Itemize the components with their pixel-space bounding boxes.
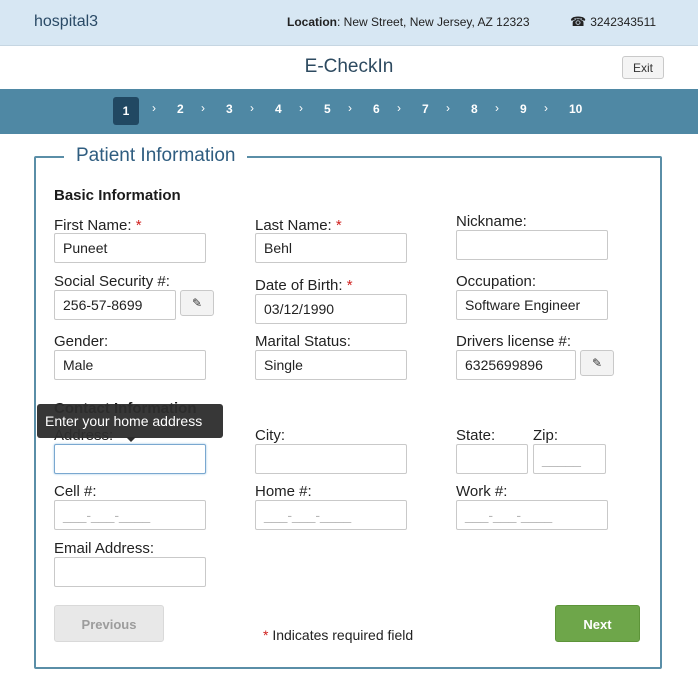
work-field[interactable]: ___-___-____ — [456, 500, 608, 530]
chevron-right-icon: › — [250, 101, 254, 115]
zip-field[interactable]: _____ — [533, 444, 606, 474]
chevron-right-icon: › — [397, 101, 401, 115]
address-tooltip: Enter your home address — [37, 404, 223, 438]
home-label: Home #: — [255, 483, 312, 500]
drivers-license-label: Drivers license #: — [456, 333, 572, 350]
home-placeholder: ___-___-____ — [264, 507, 352, 523]
tooltip-arrow — [126, 437, 136, 442]
previous-button[interactable]: Previous — [54, 605, 164, 642]
step-2[interactable]: 2 — [177, 102, 184, 116]
city-label: City: — [255, 427, 285, 444]
required-field-note: * Indicates required field — [263, 627, 413, 643]
basic-info-heading: Basic Information — [54, 187, 181, 204]
required-asterisk: * — [135, 217, 142, 234]
email-label: Email Address: — [54, 540, 155, 557]
required-note-text: Indicates required field — [268, 627, 414, 643]
step-8[interactable]: 8 — [471, 102, 478, 116]
phone-number: 3242343511 — [590, 15, 657, 29]
address-field[interactable] — [54, 444, 206, 474]
first-name-label: First Name: * — [54, 217, 142, 234]
dob-label-text: Date of Birth: — [255, 277, 343, 294]
last-name-field[interactable]: Behl — [255, 233, 407, 263]
last-name-label-text: Last Name: — [255, 217, 332, 234]
work-placeholder: ___-___-____ — [465, 507, 553, 523]
drivers-license-edit-button[interactable]: ✎ — [580, 350, 614, 376]
step-9[interactable]: 9 — [520, 102, 527, 116]
required-asterisk: * — [335, 217, 342, 234]
cell-placeholder: ___-___-____ — [63, 507, 151, 523]
chevron-right-icon: › — [446, 101, 450, 115]
next-button[interactable]: Next — [555, 605, 640, 642]
chevron-right-icon: › — [348, 101, 352, 115]
chevron-right-icon: › — [544, 101, 548, 115]
pencil-icon: ✎ — [191, 296, 203, 310]
location-label: Location — [287, 15, 337, 29]
drivers-license-field[interactable]: 6325699896 — [456, 350, 576, 380]
gender-field[interactable]: Male — [54, 350, 206, 380]
step-7[interactable]: 7 — [422, 102, 429, 116]
chevron-right-icon: › — [152, 101, 156, 115]
cell-field[interactable]: ___-___-____ — [54, 500, 206, 530]
location-info: Location: New Street, New Jersey, AZ 123… — [287, 15, 530, 29]
state-field[interactable] — [456, 444, 528, 474]
nickname-field[interactable] — [456, 230, 608, 260]
work-label: Work #: — [456, 483, 508, 500]
required-asterisk: * — [346, 277, 353, 294]
title-bar: E-CheckIn — [0, 46, 698, 88]
marital-status-label: Marital Status: — [255, 333, 351, 350]
first-name-label-text: First Name: — [54, 217, 132, 234]
email-field[interactable] — [54, 557, 206, 587]
nickname-label: Nickname: — [456, 213, 527, 230]
ssn-edit-button[interactable]: ✎ — [180, 290, 214, 316]
city-field[interactable] — [255, 444, 407, 474]
cell-label: Cell #: — [54, 483, 97, 500]
state-label: State: — [456, 427, 496, 444]
dob-field[interactable]: 03/12/1990 — [255, 294, 407, 324]
phone-info: ☎ 3242343511 — [570, 14, 656, 30]
panel-legend: Patient Information — [64, 145, 248, 167]
step-4[interactable]: 4 — [275, 102, 282, 116]
ssn-label: Social Security #: — [54, 273, 170, 290]
telephone-icon: ☎ — [570, 14, 587, 29]
ssn-field[interactable]: 256-57-8699 — [54, 290, 176, 320]
marital-status-field[interactable]: Single — [255, 350, 407, 380]
step-1[interactable]: 1 — [113, 97, 139, 125]
pencil-icon: ✎ — [591, 356, 603, 370]
first-name-field[interactable]: Puneet — [54, 233, 206, 263]
chevron-right-icon: › — [201, 101, 205, 115]
chevron-right-icon: › — [495, 101, 499, 115]
gender-label: Gender: — [54, 333, 109, 350]
step-5[interactable]: 5 — [324, 102, 331, 116]
exit-button[interactable]: Exit — [622, 56, 664, 79]
page-title: E-CheckIn — [304, 56, 394, 77]
chevron-right-icon: › — [299, 101, 303, 115]
last-name-label: Last Name: * — [255, 217, 342, 234]
occupation-label: Occupation: — [456, 273, 537, 290]
home-field[interactable]: ___-___-____ — [255, 500, 407, 530]
step-10[interactable]: 10 — [569, 102, 582, 116]
hospital-name: hospital3 — [34, 13, 99, 30]
step-3[interactable]: 3 — [226, 102, 233, 116]
zip-placeholder: _____ — [542, 451, 581, 467]
top-header-bar: hospital3 Location: New Street, New Jers… — [0, 0, 698, 46]
location-value: : New Street, New Jersey, AZ 12323 — [337, 15, 530, 29]
dob-label: Date of Birth: * — [255, 277, 353, 294]
zip-label: Zip: — [533, 427, 559, 444]
occupation-field[interactable]: Software Engineer — [456, 290, 608, 320]
step-progress-bar: 1 › 2 › 3 › 4 › 5 › 6 › 7 › 8 › 9 › 10 — [0, 89, 698, 134]
step-6[interactable]: 6 — [373, 102, 380, 116]
